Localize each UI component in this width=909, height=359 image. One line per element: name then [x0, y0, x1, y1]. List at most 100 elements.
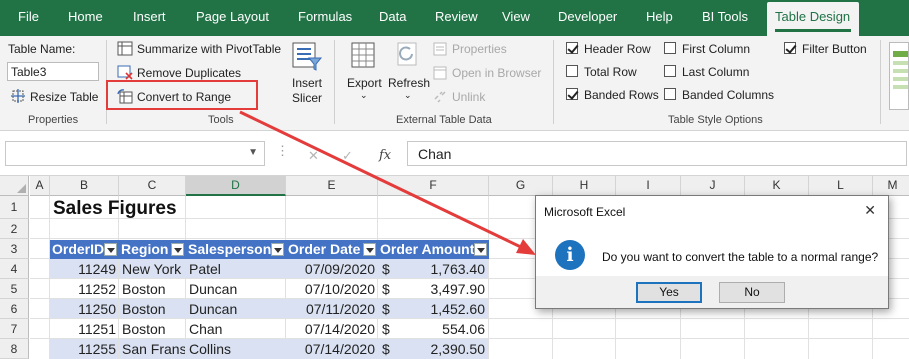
row-header[interactable]: 7	[0, 319, 29, 339]
table-header-region[interactable]: Region	[119, 240, 186, 259]
row-header[interactable]: 8	[0, 339, 29, 359]
cell-order-amount[interactable]: 1,452.60	[398, 301, 486, 317]
table-header-orderid[interactable]: OrderID	[50, 240, 119, 259]
first-column-checkbox[interactable]	[664, 42, 676, 54]
tab-table-design[interactable]: Table Design	[775, 9, 850, 24]
cell-salesperson[interactable]: Chan	[189, 321, 284, 337]
header-row-checkbox[interactable]	[566, 42, 578, 54]
no-button[interactable]: No	[719, 282, 785, 303]
column-header[interactable]: J	[681, 176, 745, 196]
enter-icon[interactable]: ✓	[342, 148, 353, 164]
row-header[interactable]: 1	[0, 196, 29, 219]
row-header[interactable]: 5	[0, 279, 29, 299]
filter-dropdown-icon[interactable]	[474, 243, 487, 256]
unlink-button[interactable]: Unlink	[452, 90, 485, 104]
insert-slicer-label-1[interactable]: Insert	[292, 76, 322, 90]
export-button[interactable]: Export	[347, 76, 382, 90]
column-header[interactable]: L	[809, 176, 873, 196]
cell-orderid[interactable]: 11251	[50, 321, 116, 337]
cell-salesperson[interactable]: Collins	[189, 341, 284, 357]
select-all-corner[interactable]	[0, 176, 29, 196]
cell-order-date[interactable]: 07/14/2020	[286, 321, 375, 337]
chevron-down-icon[interactable]: ⌄	[404, 90, 412, 101]
cell-order-amount[interactable]: 1,763.40	[398, 261, 486, 277]
cell-orderid[interactable]: 11252	[50, 281, 116, 297]
open-in-browser-button[interactable]: Open in Browser	[452, 66, 541, 80]
tab-developer[interactable]: Developer	[558, 9, 617, 24]
cell-orderid[interactable]: 11255	[50, 341, 116, 357]
summarize-pivottable-button[interactable]: Summarize with PivotTable	[137, 42, 281, 56]
cell-order-date[interactable]: 07/09/2020	[286, 261, 375, 277]
column-header[interactable]: C	[119, 176, 186, 196]
cell-order-date[interactable]: 07/14/2020	[286, 341, 375, 357]
chevron-down-icon[interactable]: ⌄	[360, 90, 368, 101]
total-row-checkbox[interactable]	[566, 65, 578, 77]
resize-table-button[interactable]: Resize Table	[30, 90, 98, 104]
insert-function-icon[interactable]: fx	[379, 148, 391, 163]
column-header[interactable]: I	[616, 176, 681, 196]
filter-dropdown-icon[interactable]	[104, 243, 117, 256]
column-header[interactable]: M	[873, 176, 909, 196]
cell-order-amount[interactable]: 3,497.90	[398, 281, 486, 297]
yes-button[interactable]: Yes	[636, 282, 702, 303]
formula-input[interactable]: Chan	[407, 141, 907, 166]
column-header[interactable]: H	[553, 176, 616, 196]
cell-orderid[interactable]: 11249	[50, 261, 116, 277]
column-header[interactable]: E	[286, 176, 378, 196]
tab-page-layout[interactable]: Page Layout	[196, 9, 269, 24]
tab-formulas[interactable]: Formulas	[298, 9, 352, 24]
row-header[interactable]: 6	[0, 299, 29, 319]
banded-columns-checkbox[interactable]	[664, 88, 676, 100]
chevron-down-icon[interactable]: ▼	[248, 147, 258, 158]
tab-file[interactable]: File	[18, 9, 39, 24]
remove-duplicates-button[interactable]: Remove Duplicates	[137, 66, 241, 80]
table-header-order-amount[interactable]: Order Amount	[378, 240, 489, 259]
tab-view[interactable]: View	[502, 9, 530, 24]
table-name-input[interactable]: Table3	[7, 62, 99, 81]
cancel-icon[interactable]: ✕	[308, 148, 319, 164]
column-header[interactable]: B	[50, 176, 119, 196]
column-header[interactable]: F	[378, 176, 489, 196]
sheet-title[interactable]: Sales Figures	[53, 198, 177, 220]
cell-order-date[interactable]: 07/10/2020	[286, 281, 375, 297]
column-header[interactable]: G	[489, 176, 553, 196]
insert-slicer-label-2[interactable]: Slicer	[292, 91, 322, 105]
cell-region[interactable]: New York	[122, 261, 185, 277]
table-styles-gallery[interactable]	[889, 42, 909, 110]
filter-dropdown-icon[interactable]	[363, 243, 376, 256]
more-icon[interactable]: ⋮	[276, 143, 289, 159]
table-header-order-date[interactable]: Order Date	[286, 240, 378, 259]
tab-help[interactable]: Help	[646, 9, 673, 24]
cell-salesperson[interactable]: Patel	[189, 261, 284, 277]
table-header-salesperson[interactable]: Salesperson	[186, 240, 286, 259]
cell-region[interactable]: Boston	[122, 321, 185, 337]
cell-order-date[interactable]: 07/11/2020	[286, 301, 375, 317]
row-header[interactable]: 3	[0, 239, 29, 259]
column-header[interactable]: A	[30, 176, 50, 196]
tab-bi-tools[interactable]: BI Tools	[702, 9, 748, 24]
tab-data[interactable]: Data	[379, 9, 406, 24]
cell-order-amount[interactable]: 2,390.50	[398, 341, 486, 357]
cell-region[interactable]: Boston	[122, 281, 185, 297]
cell-region[interactable]: San Fransi	[122, 341, 185, 357]
name-box[interactable]: ▼	[5, 141, 265, 166]
filter-button-checkbox[interactable]	[784, 42, 796, 54]
refresh-button[interactable]: Refresh	[388, 76, 430, 90]
cell-orderid[interactable]: 11250	[50, 301, 116, 317]
tab-review[interactable]: Review	[435, 9, 478, 24]
tab-insert[interactable]: Insert	[133, 9, 166, 24]
column-header-selected[interactable]: D	[186, 176, 286, 196]
properties-button[interactable]: Properties	[452, 42, 507, 56]
close-icon[interactable]: ✕	[864, 202, 876, 219]
row-header[interactable]: 4	[0, 259, 29, 279]
cell-salesperson[interactable]: Duncan	[189, 281, 284, 297]
tab-home[interactable]: Home	[68, 9, 103, 24]
banded-rows-checkbox[interactable]	[566, 88, 578, 100]
cell-order-amount[interactable]: 554.06	[398, 321, 485, 337]
cell-region[interactable]: Boston	[122, 301, 185, 317]
column-header[interactable]: K	[745, 176, 809, 196]
filter-dropdown-icon[interactable]	[271, 243, 284, 256]
filter-dropdown-icon[interactable]	[171, 243, 184, 256]
last-column-checkbox[interactable]	[664, 65, 676, 77]
row-header[interactable]: 2	[0, 219, 29, 239]
